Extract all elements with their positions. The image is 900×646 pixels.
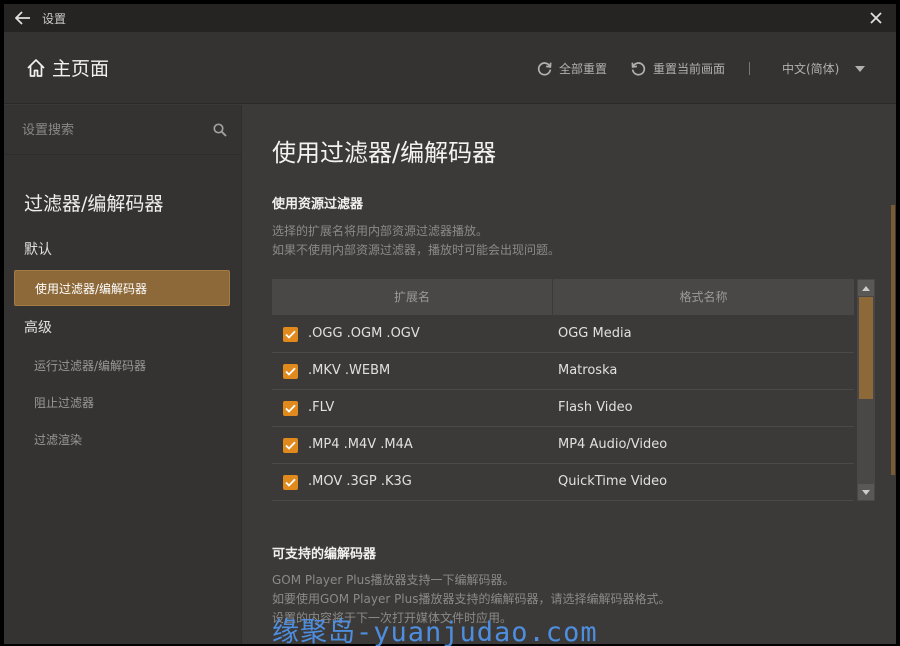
page-title: 使用过滤器/编解码器 [272,139,497,167]
header-divider [749,62,750,75]
source-filter-title: 使用资源过滤器 [272,197,364,212]
sidebar-group-advanced: 高级 [24,320,52,336]
row-extension: .OGG .OGM .OGV [308,326,420,341]
row-checkbox[interactable] [283,327,298,342]
window-title: 设置 [42,11,67,26]
table-scrollbar[interactable] [857,279,875,501]
row-extension: .MOV .3GP .K3G [308,474,412,489]
table-row[interactable]: .MP4 .M4V .M4A MP4 Audio/Video [272,427,854,464]
reset-all-label: 全部重置 [559,62,608,76]
reset-current-button[interactable]: 重置当前画面 [630,60,725,77]
refresh-icon [537,62,552,76]
close-button[interactable] [866,8,886,28]
back-button[interactable] [4,4,42,32]
row-format: QuickTime Video [558,474,668,489]
reset-current-label: 重置当前画面 [653,62,726,76]
table-row[interactable]: .OGG .OGM .OGV OGG Media [272,316,854,353]
main-scrollbar-thumb[interactable] [891,205,895,475]
sidebar: 过滤器/编解码器 默认 使用过滤器/编解码器 高级 运行过滤器/编解码器 阻止过… [4,105,242,644]
extension-table: 扩展名 格式名称 .OGG .OGM .OGV OGG Media .MKV .… [272,279,854,501]
sidebar-item-filter-render[interactable]: 过滤渲染 [14,422,230,458]
checkmark-icon [285,441,296,450]
language-label: 中文(简体) [782,62,840,76]
row-checkbox[interactable] [283,475,298,490]
row-format: MP4 Audio/Video [558,437,668,452]
search-icon[interactable] [213,123,227,137]
source-filter-desc-2: 如果不使用内部资源过滤器，播放时可能会出现问题。 [272,243,561,257]
table-row[interactable]: .MKV .WEBM Matroska [272,353,854,390]
table-row[interactable]: .FLV Flash Video [272,390,854,427]
codecs-title: 可支持的编解码器 [272,547,377,562]
row-format: Matroska [558,363,618,378]
home-label: 主页面 [52,58,110,80]
row-checkbox[interactable] [283,438,298,453]
home-link[interactable]: 主页面 [26,54,109,81]
row-extension: .MKV .WEBM [308,363,391,378]
triangle-up-icon [862,285,870,291]
checkmark-icon [285,478,296,487]
search-box [4,105,242,155]
sidebar-section-title: 过滤器/编解码器 [24,193,164,215]
watermark: 缘聚岛-yuanjudao.com [272,617,598,646]
reset-all-button[interactable]: 全部重置 [536,60,607,77]
language-select[interactable]: 中文(简体) [782,60,866,77]
sidebar-item-use-filters[interactable]: 使用过滤器/编解码器 [14,270,230,306]
row-checkbox[interactable] [283,401,298,416]
scroll-down-button[interactable] [858,484,874,500]
sidebar-item-block-filters[interactable]: 阻止过滤器 [14,385,230,421]
row-extension: .FLV [308,400,335,415]
column-header-extension[interactable]: 扩展名 [272,279,553,315]
sidebar-group-default: 默认 [24,242,52,258]
checkmark-icon [285,330,296,339]
arrow-left-icon [15,11,30,25]
sidebar-item-run-filters[interactable]: 运行过滤器/编解码器 [14,348,230,384]
scrollbar-thumb[interactable] [859,297,873,399]
home-icon [27,58,45,77]
column-header-format[interactable]: 格式名称 [553,279,854,315]
row-format: OGG Media [558,326,632,341]
table-header: 扩展名 格式名称 [272,279,854,315]
header: 主页面 全部重置 重置当前画面 中文(简体) [4,32,896,104]
chevron-down-icon [855,65,866,72]
scroll-up-button[interactable] [858,280,874,296]
row-extension: .MP4 .M4V .M4A [308,437,413,452]
search-input[interactable] [22,119,202,141]
settings-window: 设置 主页面 全部重置 重置当前画面 中文(简体) 设置搜索 过滤器/编解码器 … [4,4,896,644]
triangle-down-icon [862,489,870,495]
row-format: Flash Video [558,400,633,415]
table-row[interactable]: .MOV .3GP .K3G QuickTime Video [272,464,854,501]
codecs-desc-2: 如要使用GOM Player Plus播放器支持的编解码器，请选择编解码器格式。 [272,592,671,606]
checkmark-icon [285,404,296,413]
undo-icon [631,62,646,76]
main-content: 使用过滤器/编解码器 使用资源过滤器 选择的扩展名将用内部资源过滤器播放。 如果… [243,105,896,644]
checkmark-icon [285,367,296,376]
source-filter-desc-1: 选择的扩展名将用内部资源过滤器播放。 [272,224,489,238]
close-icon [870,12,882,24]
row-checkbox[interactable] [283,364,298,379]
title-bar: 设置 [4,4,896,32]
codecs-desc-1: GOM Player Plus播放器支持一下编解码器。 [272,573,515,587]
